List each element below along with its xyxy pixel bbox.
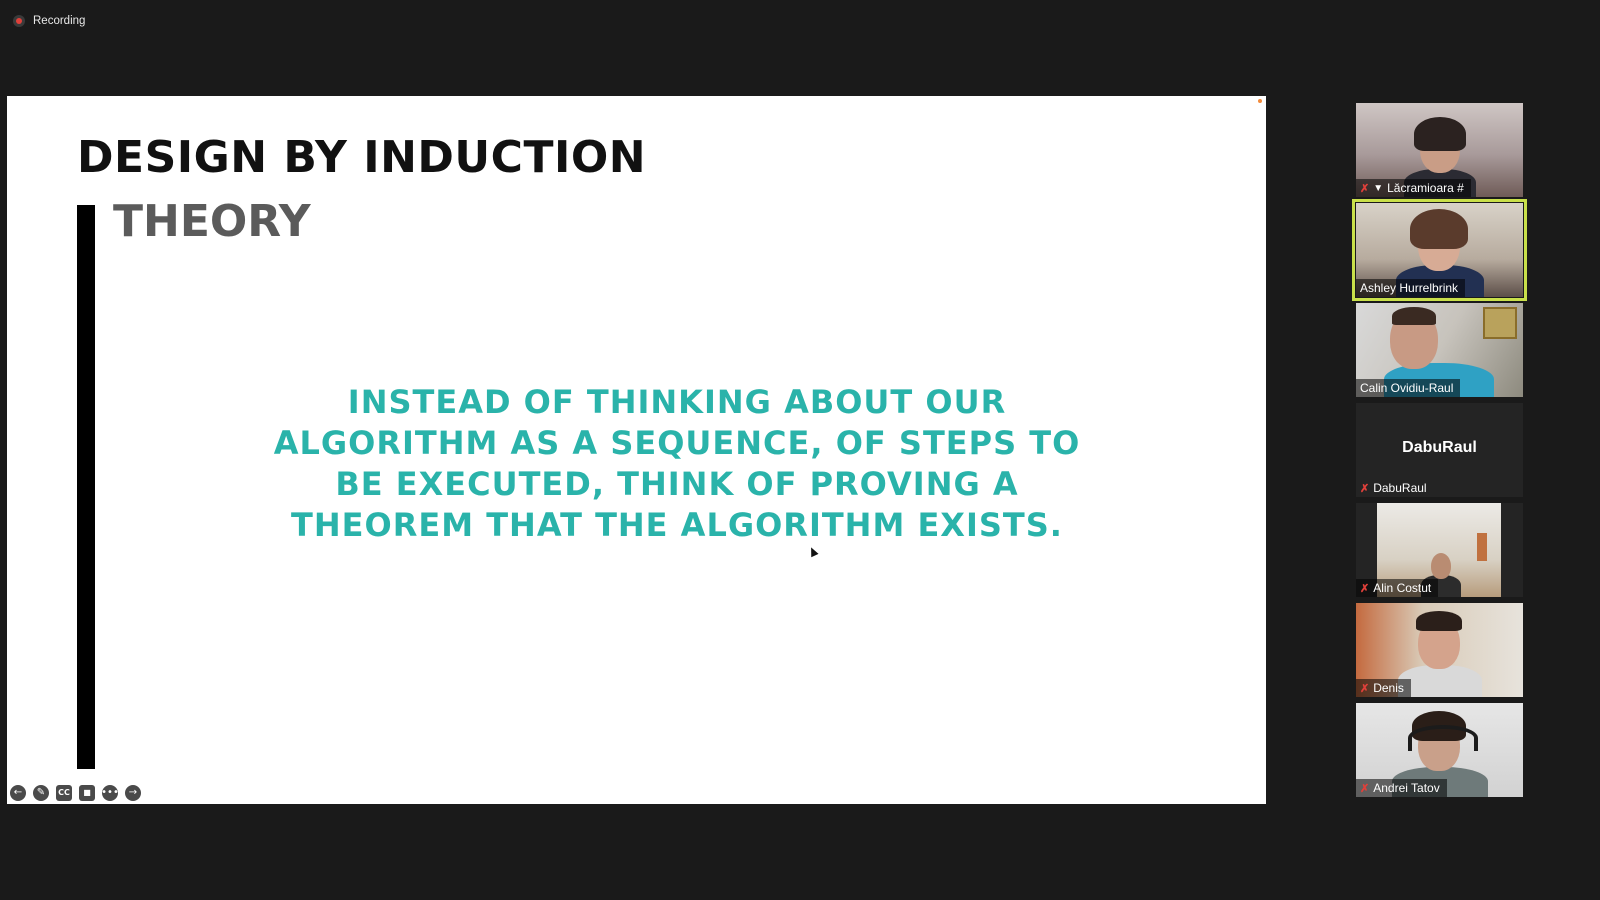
microphone-muted-icon: ✗ — [1360, 582, 1370, 595]
slide-body-line: BE EXECUTED, THINK OF PROVING A — [335, 465, 1019, 503]
next-slide-icon[interactable]: → — [125, 785, 141, 801]
slide-accent-bar — [77, 205, 95, 769]
participant-hair — [1414, 117, 1466, 151]
participant-name-tag: ✗ ▼ Lăcramioara # — [1356, 179, 1471, 197]
slide-title: DESIGN BY INDUCTION — [77, 132, 647, 183]
participant-name: Calin Ovidiu-Raul — [1360, 381, 1454, 395]
participant-name-tag: ✗ DabuRaul — [1356, 479, 1434, 497]
slide-body-line: ALGORITHM AS A SEQUENCE, OF STEPS TO — [273, 424, 1081, 462]
participant-name-tag: ✗ Andrei Tatov — [1356, 779, 1447, 797]
participant-hair — [1416, 611, 1462, 631]
participant-tile[interactable]: ✗ Alin Costut — [1356, 503, 1523, 597]
participant-hair — [1410, 209, 1468, 249]
wall-picture — [1483, 307, 1517, 339]
slide-corner-marker — [1258, 99, 1262, 103]
participant-name: Alin Costut — [1373, 581, 1432, 595]
camera-icon[interactable]: ■ — [79, 785, 95, 801]
microphone-muted-icon: ✗ — [1360, 782, 1370, 795]
slide-body-line: INSTEAD OF THINKING ABOUT OUR — [347, 383, 1007, 421]
pen-icon[interactable]: ✎ — [33, 785, 49, 801]
participant-name-tag: ✗ Alin Costut — [1356, 579, 1439, 597]
participant-tile[interactable]: DabuRaul ✗ DabuRaul — [1356, 403, 1523, 497]
participant-name-tag: ✗ Denis — [1356, 679, 1411, 697]
recording-icon — [13, 15, 25, 27]
slide-body-line: THEOREM THAT THE ALGORITHM EXISTS. — [291, 506, 1063, 544]
microphone-muted-icon: ✗ — [1360, 682, 1370, 695]
participant-hair — [1392, 307, 1436, 325]
captions-icon[interactable]: CC — [56, 785, 72, 801]
headphones-icon — [1408, 725, 1478, 751]
slide-subtitle: THEORY — [113, 196, 311, 247]
participant-name: Ashley Hurrelbrink — [1360, 281, 1459, 295]
mouse-cursor-icon — [807, 545, 819, 558]
slide-body-text: INSTEAD OF THINKING ABOUT OUR ALGORITHM … — [247, 382, 1107, 546]
room-object — [1477, 533, 1487, 561]
slide-controls: ← ✎ CC ■ ••• → — [10, 785, 141, 801]
participant-tile[interactable]: ✗ Andrei Tatov — [1356, 703, 1523, 797]
participant-tile-active-speaker[interactable]: Ashley Hurrelbrink — [1352, 199, 1527, 301]
recording-label: Recording — [33, 15, 86, 27]
participant-name: Lăcramioara # — [1387, 181, 1464, 195]
shared-slide: DESIGN BY INDUCTION THEORY INSTEAD OF TH… — [7, 96, 1266, 804]
participant-video — [1431, 553, 1451, 579]
recording-indicator[interactable]: Recording — [13, 12, 85, 30]
participant-name: Andrei Tatov — [1373, 781, 1440, 795]
participant-tile[interactable]: ✗ ▼ Lăcramioara # — [1356, 103, 1523, 197]
more-options-icon[interactable]: ••• — [101, 785, 119, 801]
participant-name-tag: Ashley Hurrelbrink — [1356, 279, 1466, 297]
participant-name-tag: Calin Ovidiu-Raul — [1356, 379, 1461, 397]
microphone-muted-icon: ✗ — [1360, 182, 1370, 195]
previous-slide-icon[interactable]: ← — [10, 785, 26, 801]
microphone-muted-icon: ✗ — [1360, 482, 1370, 495]
participant-display-name: DabuRaul — [1402, 439, 1477, 456]
pin-icon: ▼ — [1373, 182, 1384, 194]
participant-tile[interactable]: Calin Ovidiu-Raul — [1356, 303, 1523, 397]
participant-name: DabuRaul — [1373, 481, 1427, 495]
participant-name: Denis — [1373, 681, 1404, 695]
participant-tile[interactable]: ✗ Denis — [1356, 603, 1523, 697]
